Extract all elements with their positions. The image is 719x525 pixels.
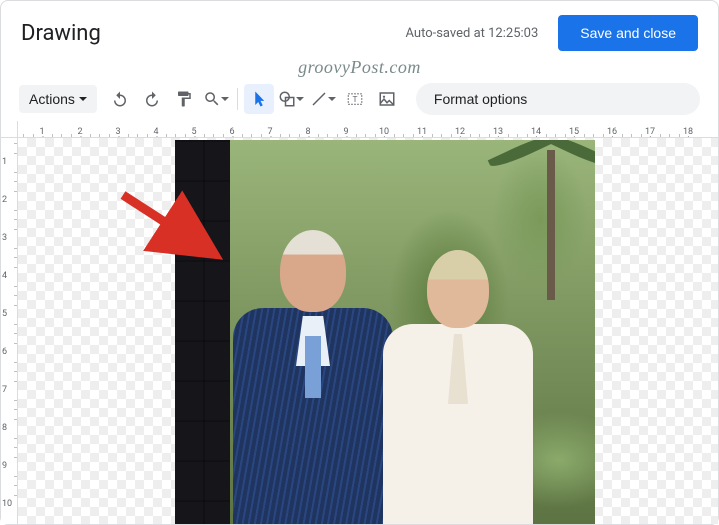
image-palm-trunk bbox=[547, 150, 555, 300]
inserted-image[interactable] bbox=[175, 140, 595, 524]
zoom-button[interactable] bbox=[201, 84, 231, 114]
ruler-tick: 1 bbox=[2, 157, 7, 167]
shape-tool-button[interactable] bbox=[276, 84, 306, 114]
chevron-down-icon bbox=[79, 97, 87, 101]
image-icon bbox=[378, 90, 396, 108]
ruler-tick: 4 bbox=[2, 271, 7, 281]
ruler-tick: 13 bbox=[493, 127, 503, 137]
ruler-tick: 18 bbox=[683, 127, 693, 137]
annotation-arrow-icon bbox=[118, 190, 228, 270]
ruler-tick: 8 bbox=[305, 127, 310, 137]
line-tool-button[interactable] bbox=[308, 84, 338, 114]
undo-button[interactable] bbox=[105, 84, 135, 114]
ruler-tick: 9 bbox=[343, 127, 348, 137]
vertical-ruler[interactable]: 1 2 3 4 5 6 7 8 9 10 bbox=[1, 138, 18, 524]
autosave-status: Auto-saved at 12:25:03 bbox=[406, 26, 539, 41]
ruler-tick: 2 bbox=[77, 127, 82, 137]
redo-icon bbox=[143, 90, 161, 108]
chevron-down-icon bbox=[221, 97, 229, 101]
ruler-tick: 6 bbox=[229, 127, 234, 137]
zoom-icon bbox=[203, 90, 221, 108]
paint-format-button[interactable] bbox=[169, 84, 199, 114]
ruler-tick: 3 bbox=[2, 233, 7, 243]
svg-text:T: T bbox=[352, 95, 357, 104]
ruler-tick: 7 bbox=[2, 385, 7, 395]
actions-menu-button[interactable]: Actions bbox=[19, 85, 97, 113]
workspace: 123456789101112131415161718 12345678910 bbox=[1, 121, 718, 524]
ruler-tick: 16 bbox=[607, 127, 617, 137]
shape-icon bbox=[278, 90, 296, 108]
redo-button[interactable] bbox=[137, 84, 167, 114]
toolbar: Actions T Format options bbox=[1, 79, 718, 119]
ruler-tick: 5 bbox=[191, 127, 196, 137]
ruler-tick: 7 bbox=[267, 127, 272, 137]
ruler-corner bbox=[1, 121, 18, 138]
ruler-tick: 3 bbox=[115, 127, 120, 137]
ruler-tick: 11 bbox=[417, 127, 427, 137]
ruler-tick: 12 bbox=[455, 127, 465, 137]
ruler-tick: 5 bbox=[2, 309, 7, 319]
drawing-canvas[interactable] bbox=[18, 138, 718, 524]
ruler-tick: 4 bbox=[153, 127, 158, 137]
toolbar-separator bbox=[237, 88, 238, 110]
ruler-tick: 9 bbox=[2, 461, 7, 471]
undo-icon bbox=[111, 90, 129, 108]
ruler-tick: 14 bbox=[531, 127, 541, 137]
ruler-tick: 8 bbox=[2, 423, 7, 433]
ruler-tick: 6 bbox=[2, 347, 7, 357]
actions-label: Actions bbox=[29, 91, 75, 107]
save-and-close-button[interactable]: Save and close bbox=[558, 15, 698, 51]
ruler-tick: 10 bbox=[2, 499, 12, 509]
format-options-button[interactable]: Format options bbox=[416, 83, 700, 115]
dialog-header: Drawing Auto-saved at 12:25:03 Save and … bbox=[1, 1, 718, 61]
ruler-tick: 1 bbox=[39, 127, 44, 137]
chevron-down-icon bbox=[328, 97, 336, 101]
horizontal-ruler[interactable]: 123456789101112131415161718 bbox=[18, 121, 718, 138]
textbox-icon: T bbox=[346, 90, 364, 108]
watermark-text: groovyPost.com bbox=[298, 57, 421, 78]
select-tool-button[interactable] bbox=[244, 84, 274, 114]
dialog-title: Drawing bbox=[21, 21, 101, 46]
line-icon bbox=[310, 90, 328, 108]
ruler-tick: 10 bbox=[379, 127, 389, 137]
ruler-tick: 15 bbox=[569, 127, 579, 137]
paint-roller-icon bbox=[175, 90, 193, 108]
textbox-tool-button[interactable]: T bbox=[340, 84, 370, 114]
cursor-icon bbox=[250, 90, 268, 108]
ruler-tick: 2 bbox=[2, 195, 7, 205]
image-person-right bbox=[373, 250, 543, 524]
ruler-tick: 17 bbox=[645, 127, 655, 137]
chevron-down-icon bbox=[296, 97, 304, 101]
image-tool-button[interactable] bbox=[372, 84, 402, 114]
